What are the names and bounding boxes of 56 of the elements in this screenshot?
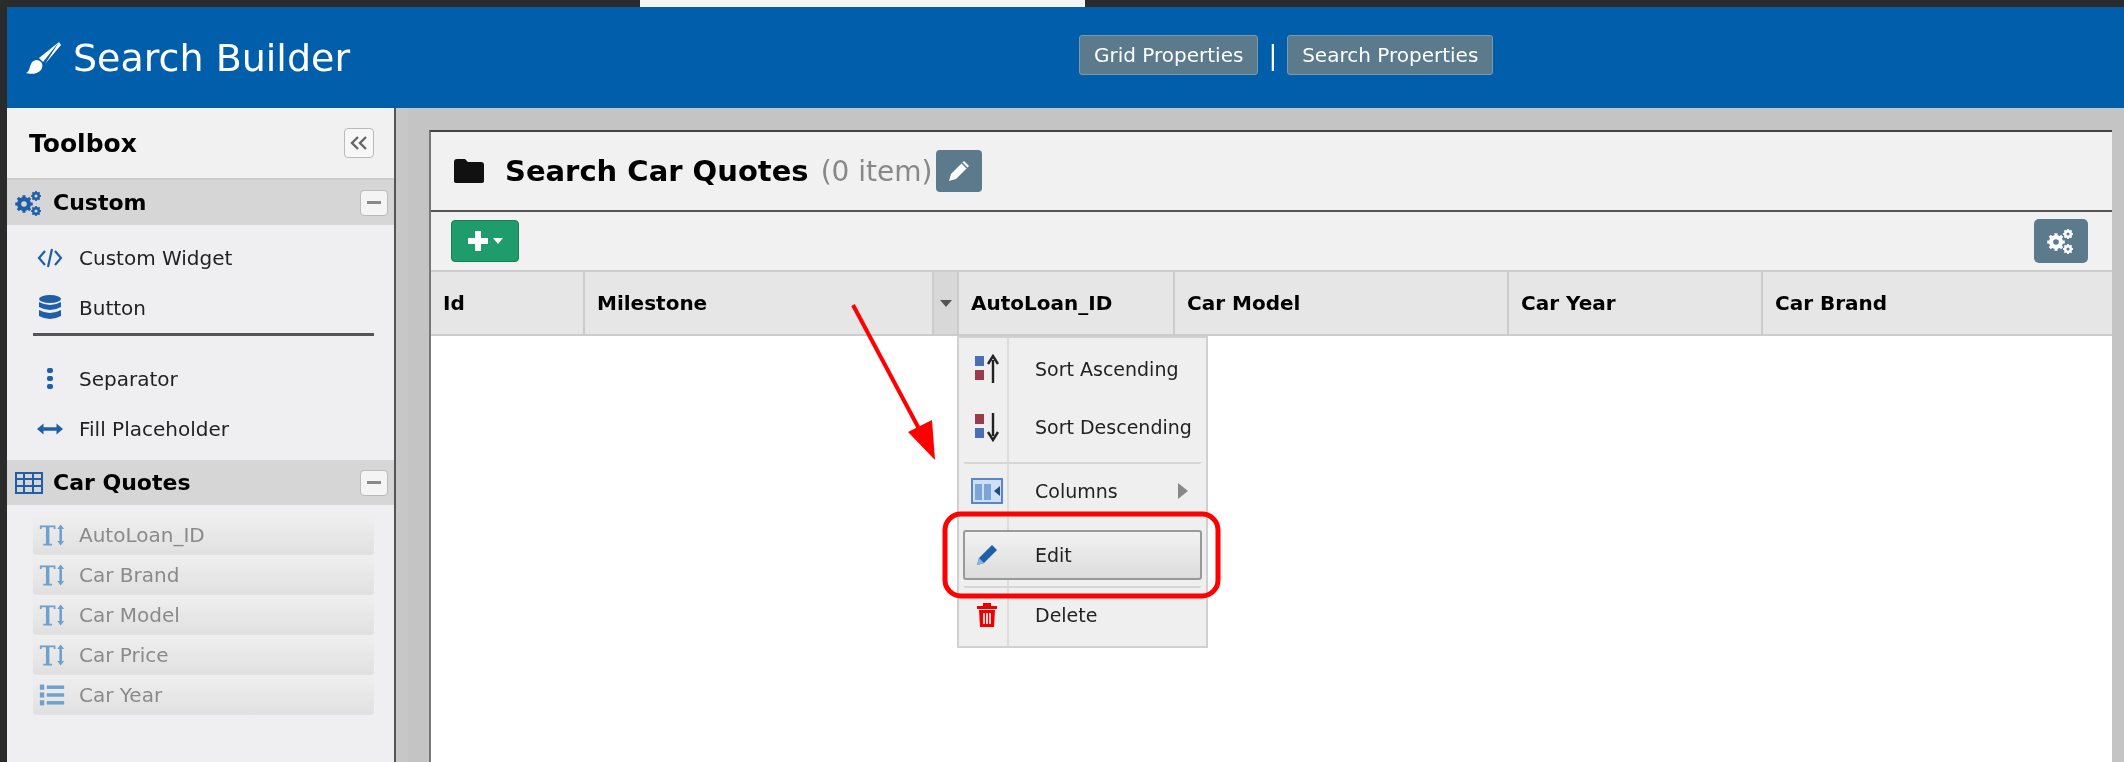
menu-item[interactable]: Delete [963, 586, 1202, 644]
menu-item[interactable]: Sort Ascending [963, 340, 1202, 398]
grid-title: Search Car Quotes [505, 154, 809, 188]
toolbox-item[interactable]: Custom Widget [7, 233, 394, 283]
table-icon [15, 471, 43, 494]
column-header[interactable]: Car Model [1175, 272, 1509, 334]
sort-ascending-icon [973, 354, 1001, 384]
header-button[interactable]: Search Properties [1287, 35, 1494, 75]
edit-button[interactable] [936, 150, 983, 192]
sort-descending-icon [973, 412, 1001, 442]
settings-icon [2047, 228, 2075, 254]
header-button[interactable]: Grid Properties [1079, 35, 1259, 75]
pencil-icon [974, 542, 1000, 568]
settings-button[interactable] [2034, 219, 2088, 263]
toolbox-item[interactable]: Button [7, 283, 394, 333]
code-icon [37, 247, 63, 269]
caret-icon [493, 238, 503, 244]
column-header[interactable]: Id [431, 272, 585, 334]
collapse-button[interactable] [360, 469, 388, 496]
text-field-icon [39, 522, 65, 548]
column-header[interactable]: AutoLoan_ID [959, 272, 1175, 334]
menu-item[interactable]: Edit [963, 530, 1202, 580]
database-icon [37, 294, 63, 322]
paintbrush-icon [25, 39, 61, 76]
toolbox-item[interactable]: Separator [7, 354, 394, 404]
plus-icon [467, 230, 489, 252]
section-header[interactable]: Car Quotes [7, 460, 394, 505]
column-header[interactable]: Car Year [1509, 272, 1763, 334]
menu-item[interactable]: Columns [963, 462, 1202, 520]
submenu-arrow-icon [1178, 483, 1188, 499]
app-title: Search Builder [73, 35, 351, 80]
double-chevron-icon [350, 136, 368, 150]
column-menu-button[interactable] [934, 272, 959, 334]
gears-icon [15, 189, 43, 216]
section-header[interactable]: Custom [7, 180, 394, 225]
item-count: (0 item) [820, 154, 933, 188]
trash-icon [976, 602, 998, 628]
minus-icon [367, 481, 381, 484]
folder-icon [453, 158, 485, 184]
text-field-icon [39, 642, 65, 668]
divider-label: | [1268, 40, 1278, 70]
caret-icon [939, 299, 952, 307]
dots-icon [46, 367, 54, 391]
column-header[interactable]: Car Brand [1763, 272, 2112, 334]
text-field-icon [39, 562, 65, 588]
menu-item[interactable]: Sort Descending [963, 398, 1202, 456]
collapse-button[interactable] [360, 189, 388, 216]
add-button[interactable] [451, 220, 519, 262]
text-field-icon [39, 602, 65, 628]
double-arrow-icon [37, 423, 63, 435]
columns-icon [971, 478, 1003, 504]
toolbox-item[interactable]: Fill Placeholder [7, 404, 394, 454]
collapse-button[interactable] [344, 128, 374, 158]
minus-icon [367, 201, 381, 204]
toolbox-title: Toolbox [29, 128, 137, 158]
numbered-list-icon [39, 682, 65, 708]
